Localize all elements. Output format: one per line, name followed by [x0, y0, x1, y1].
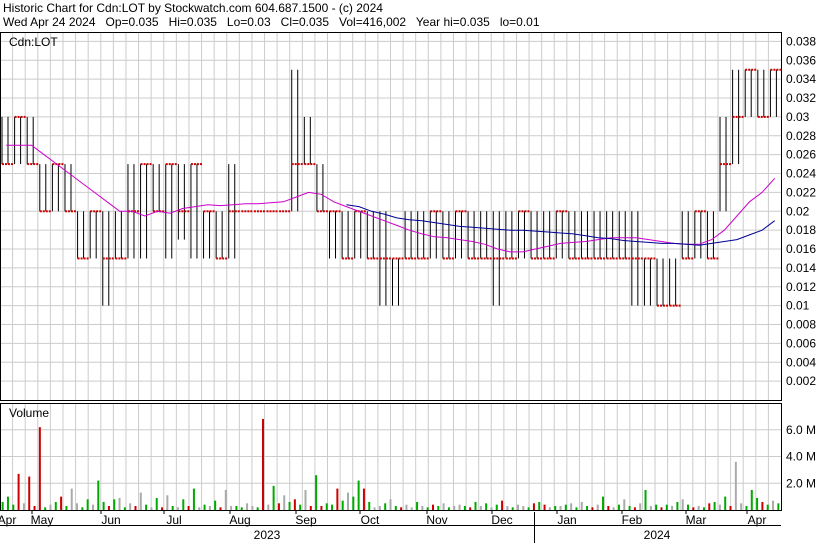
volume-label: Volume [9, 406, 49, 420]
month-label: Apr [748, 513, 767, 527]
month-label: Jul [166, 513, 181, 527]
volume-tick-label: 6.0 M [786, 423, 816, 437]
price-tick-label: 0.016 [786, 242, 816, 256]
price-tick-label: 0.004 [786, 355, 816, 369]
price-tick-label: 0.012 [786, 280, 816, 294]
price-tick-label: 0.024 [786, 167, 816, 181]
time-axis: Apr May Jun Jul Aug Sep Oct Nov Dec Jan Feb Mar Apr 2… [0, 510, 781, 543]
price-tick-label: 0.018 [786, 223, 816, 237]
price-tick-label: 0.03 [786, 110, 810, 124]
price-bars [1, 68, 782, 307]
volume-axis: 6.0 M 4.0 M 2.0 M [786, 423, 816, 491]
price-tick-label: 0.038 [786, 34, 816, 48]
price-tick-label: 0.01 [786, 299, 810, 313]
symbol-label: Cdn:LOT [9, 35, 58, 49]
month-label: Dec [491, 513, 512, 527]
price-tick-label: 0.034 [786, 72, 816, 86]
price-tick-label: 0.026 [786, 148, 816, 162]
month-label: Oct [361, 513, 380, 527]
chart-svg: 0.038 0.036 0.034 0.032 0.03 0.028 0.026 0.024 0… [0, 32, 816, 543]
month-label: Jun [101, 513, 120, 527]
month-label: Sep [295, 513, 317, 527]
price-tick-label: 0.002 [786, 374, 816, 388]
month-label: Mar [686, 513, 707, 527]
month-label: Apr [0, 513, 16, 527]
price-tick-label: 0.028 [786, 129, 816, 143]
price-tick-label: 0.014 [786, 261, 816, 275]
stockwatch-chart: Historic Chart for Cdn:LOT by Stockwatch… [0, 0, 830, 543]
price-tick-label: 0.022 [786, 185, 816, 199]
month-label: Jan [557, 513, 576, 527]
year-label: 2024 [644, 528, 671, 542]
price-tick-label: 0.006 [786, 336, 816, 350]
volume-tick-label: 2.0 M [786, 476, 816, 490]
month-label: Feb [622, 513, 643, 527]
price-axis: 0.038 0.036 0.034 0.032 0.03 0.028 0.026 0.024 0… [786, 34, 816, 388]
price-tick-label: 0.008 [786, 318, 816, 332]
year-label: 2023 [254, 528, 281, 542]
price-tick-label: 0.02 [786, 204, 810, 218]
volume-grid [0, 403, 781, 510]
price-tick-label: 0.036 [786, 53, 816, 67]
month-label: Aug [229, 513, 250, 527]
price-tick-label: 0.032 [786, 91, 816, 105]
volume-tick-label: 4.0 M [786, 450, 816, 464]
month-label: May [31, 513, 54, 527]
month-label: Nov [426, 513, 447, 527]
